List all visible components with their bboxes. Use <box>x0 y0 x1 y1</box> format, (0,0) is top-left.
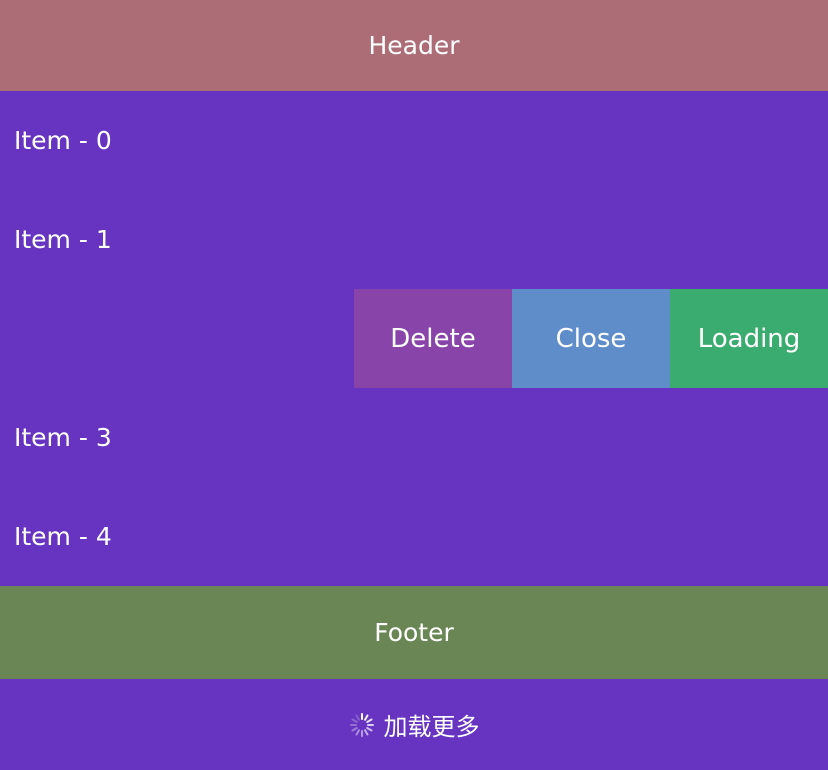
list-item-1[interactable]: Item - 1 <box>0 190 828 289</box>
footer-title: Footer <box>374 618 454 647</box>
swipe-actions: Delete Close Loading <box>354 289 828 388</box>
header-title: Header <box>368 31 460 60</box>
swipe-list[interactable]: Item - 0 Item - 1 Delete Close Loading I… <box>0 91 828 586</box>
list-footer: Footer <box>0 586 828 679</box>
delete-button-label: Delete <box>390 323 476 354</box>
list-item-4[interactable]: Item - 4 <box>0 487 828 586</box>
spinner-icon <box>349 712 375 738</box>
list-item-2[interactable]: Delete Close Loading <box>0 289 828 388</box>
list-item-0[interactable]: Item - 0 <box>0 91 828 190</box>
loading-button-label: Loading <box>697 323 801 354</box>
close-button[interactable]: Close <box>512 289 670 388</box>
close-button-label: Close <box>555 323 627 354</box>
load-more-label: 加载更多 <box>383 713 480 741</box>
list-item-label: Item - 1 <box>14 225 112 254</box>
delete-button[interactable]: Delete <box>354 289 512 388</box>
list-item-label: Item - 3 <box>14 423 112 452</box>
list-item-label: Item - 0 <box>14 126 112 155</box>
list-item-label: Item - 4 <box>14 522 112 551</box>
load-more[interactable]: 加载更多 <box>0 679 828 770</box>
app-root: Header Item - 0 Item - 1 Delete Close Lo… <box>0 0 828 770</box>
list-item-3[interactable]: Item - 3 <box>0 388 828 487</box>
loading-button[interactable]: Loading <box>670 289 828 388</box>
list-header: Header <box>0 0 828 91</box>
